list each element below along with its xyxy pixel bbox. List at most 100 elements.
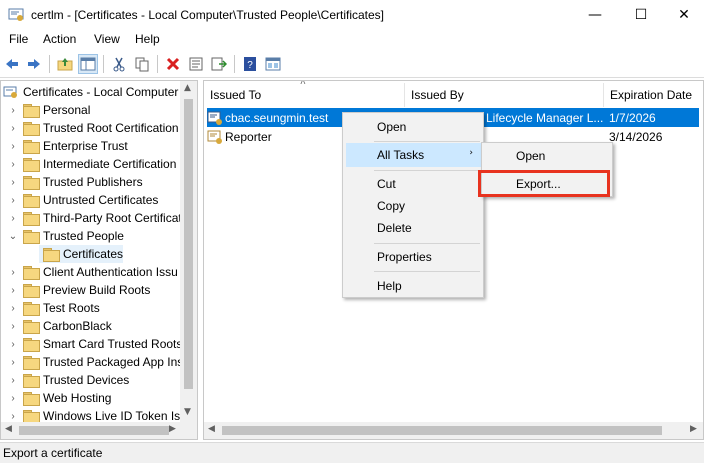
delete-icon[interactable] bbox=[163, 54, 183, 74]
tree-hscroll-thumb[interactable] bbox=[19, 426, 169, 435]
context-open[interactable]: Open bbox=[346, 115, 481, 139]
folder-icon bbox=[23, 356, 40, 370]
tree-root[interactable]: Certificates - Local Computer bbox=[3, 83, 178, 101]
folder-icon bbox=[23, 158, 40, 172]
folder-icon bbox=[23, 320, 40, 334]
cell-expiration: 3/14/2026 bbox=[609, 129, 663, 144]
tree-item[interactable]: › Preview Build Roots bbox=[7, 281, 150, 299]
back-arrow-icon[interactable] bbox=[2, 54, 22, 74]
folder-icon bbox=[23, 230, 40, 244]
title-bar: certlm - [Certificates - Local Computer\… bbox=[0, 0, 704, 30]
chevron-right-icon[interactable]: › bbox=[7, 191, 19, 209]
tree-horizontal-scrollbar[interactable]: ◀ ▶ bbox=[1, 422, 197, 439]
tree-item-label: CarbonBlack bbox=[43, 319, 112, 333]
cell-issued-to: cbac.seungmin.test bbox=[225, 110, 329, 125]
tree-item[interactable]: › Test Roots bbox=[7, 299, 100, 317]
folder-icon bbox=[23, 392, 40, 406]
context-cut[interactable]: Cut bbox=[346, 172, 481, 196]
chevron-right-icon[interactable]: › bbox=[7, 101, 19, 119]
tree-item[interactable]: › Web Hosting bbox=[7, 389, 111, 407]
folder-up-icon[interactable] bbox=[55, 54, 75, 74]
tree-item[interactable]: › Trusted Publishers bbox=[7, 173, 143, 191]
folder-icon bbox=[23, 410, 40, 424]
submenu-open[interactable]: Open bbox=[485, 144, 610, 168]
tree-item-label: Enterprise Trust bbox=[43, 139, 128, 153]
folder-icon bbox=[23, 176, 40, 190]
tree-item[interactable]: Certificates bbox=[39, 245, 123, 263]
menu-help[interactable]: Help bbox=[135, 32, 160, 46]
chevron-right-icon[interactable]: › bbox=[7, 263, 19, 281]
chevron-right-icon[interactable]: › bbox=[7, 371, 19, 389]
folder-icon bbox=[23, 338, 40, 352]
column-expiration-date[interactable]: Expiration Date bbox=[604, 83, 703, 107]
tree-item[interactable]: ⌄ Trusted People bbox=[7, 227, 124, 245]
tree-vertical-scrollbar[interactable]: ▲ ▼ bbox=[180, 81, 197, 439]
chevron-right-icon[interactable]: › bbox=[7, 389, 19, 407]
menu-file[interactable]: File bbox=[9, 32, 28, 46]
sort-ascending-icon: ˄ bbox=[300, 80, 306, 88]
tree-item[interactable]: › Third-Party Root Certificat bbox=[7, 209, 182, 227]
tree-item[interactable]: › Trusted Devices bbox=[7, 371, 129, 389]
context-delete[interactable]: Delete bbox=[346, 216, 481, 240]
chevron-right-icon[interactable]: › bbox=[7, 281, 19, 299]
tree-item[interactable]: › CarbonBlack bbox=[7, 317, 112, 335]
tree-item-label: Trusted Devices bbox=[43, 373, 130, 387]
chevron-right-icon: › bbox=[469, 148, 473, 158]
context-all-tasks[interactable]: All Tasks › bbox=[346, 143, 481, 167]
chevron-right-icon[interactable]: › bbox=[7, 173, 19, 191]
tree-item-label: Personal bbox=[43, 103, 91, 117]
tree-item[interactable]: › Client Authentication Issu bbox=[7, 263, 178, 281]
chevron-right-icon[interactable]: › bbox=[7, 137, 19, 155]
menu-action[interactable]: Action bbox=[43, 32, 76, 46]
svg-text:?: ? bbox=[247, 60, 253, 71]
export-list-icon[interactable] bbox=[209, 54, 229, 74]
chevron-right-icon[interactable]: › bbox=[7, 299, 19, 317]
chevron-right-icon[interactable]: › bbox=[7, 335, 19, 353]
context-properties[interactable]: Properties bbox=[346, 245, 481, 269]
certificate-icon bbox=[207, 111, 222, 125]
tree-item-label: Windows Live ID Token Iss bbox=[43, 409, 187, 423]
forward-arrow-icon[interactable] bbox=[24, 54, 44, 74]
folder-icon bbox=[23, 266, 40, 280]
chevron-right-icon[interactable]: › bbox=[7, 209, 19, 227]
tree-item[interactable]: › Trusted Packaged App Ins bbox=[7, 353, 183, 371]
tree-item[interactable]: › Trusted Root Certification bbox=[7, 119, 179, 137]
cell-issued-by: Lifecycle Manager L... bbox=[486, 110, 604, 125]
tree-item[interactable]: › Intermediate Certification bbox=[7, 155, 176, 173]
cut-icon[interactable] bbox=[109, 54, 129, 74]
tree-root-label: Certificates - Local Computer bbox=[23, 85, 179, 99]
cell-expiration: 1/7/2026 bbox=[609, 110, 656, 125]
help-icon[interactable]: ? bbox=[240, 54, 260, 74]
tree-item-label: Trusted Publishers bbox=[43, 175, 143, 189]
tree-item-label: Certificates bbox=[62, 247, 123, 261]
context-copy[interactable]: Copy bbox=[346, 194, 481, 218]
tree-item[interactable]: › Personal bbox=[7, 101, 90, 119]
chevron-right-icon[interactable]: › bbox=[7, 317, 19, 335]
tree-item[interactable]: › Smart Card Trusted Roots bbox=[7, 335, 182, 353]
copy-icon[interactable] bbox=[132, 54, 152, 74]
console-icon[interactable] bbox=[263, 54, 283, 74]
close-button[interactable]: ✕ bbox=[664, 0, 704, 30]
list-horizontal-scrollbar[interactable]: ◀ ▶ bbox=[204, 422, 703, 439]
tree-vscroll-thumb[interactable] bbox=[184, 99, 193, 389]
column-issued-by[interactable]: Issued By bbox=[405, 83, 604, 107]
context-menu: Open All Tasks › Cut Copy Delete Propert… bbox=[342, 112, 484, 298]
minimize-button[interactable]: — bbox=[572, 0, 618, 30]
tree-item-label: Trusted People bbox=[43, 229, 124, 243]
maximize-button[interactable]: ☐ bbox=[618, 0, 664, 30]
folder-icon bbox=[23, 302, 40, 316]
chevron-down-icon[interactable]: ⌄ bbox=[7, 227, 19, 245]
chevron-right-icon[interactable]: › bbox=[7, 155, 19, 173]
tree-item-label: Trusted Root Certification bbox=[43, 121, 179, 135]
console-tree[interactable]: Certificates - Local Computer › Personal ›… bbox=[0, 80, 198, 440]
tree-item[interactable]: › Untrusted Certificates bbox=[7, 191, 158, 209]
menu-view[interactable]: View bbox=[94, 32, 120, 46]
tree-item[interactable]: › Enterprise Trust bbox=[7, 137, 128, 155]
show-hide-tree-icon[interactable] bbox=[78, 54, 98, 74]
chevron-right-icon[interactable]: › bbox=[7, 353, 19, 371]
list-hscroll-thumb[interactable] bbox=[222, 426, 662, 435]
context-help[interactable]: Help bbox=[346, 274, 481, 298]
chevron-right-icon[interactable]: › bbox=[7, 119, 19, 137]
properties-icon[interactable] bbox=[186, 54, 206, 74]
certificate-store-icon bbox=[3, 86, 17, 98]
